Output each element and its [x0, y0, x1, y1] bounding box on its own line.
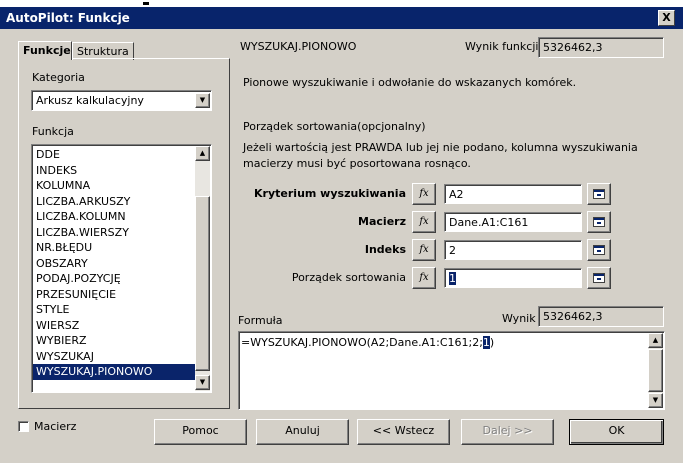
fx-indeks-button[interactable]: fx: [412, 239, 436, 261]
shrink-icon: [593, 217, 605, 227]
function-list-item[interactable]: WIERSZ: [33, 318, 195, 334]
shrink-kryterium-button[interactable]: [587, 183, 611, 205]
fx-kryterium-button[interactable]: fx: [412, 183, 436, 205]
formula-result-field: 5326462,3: [538, 306, 664, 327]
function-list-item[interactable]: WYSZUKAJ: [33, 349, 195, 365]
shrink-icon: [593, 245, 605, 255]
function-result-value: 5326462,3: [543, 41, 603, 54]
close-button[interactable]: X: [658, 10, 675, 26]
formula-result-value: 5326462,3: [543, 310, 603, 323]
shrink-indeks-button[interactable]: [587, 239, 611, 261]
function-list-item[interactable]: LICZBA.ARKUSZY: [33, 194, 195, 210]
tab-struktura-label: Struktura: [77, 45, 129, 58]
category-label: Kategoria: [32, 71, 85, 84]
function-list-item[interactable]: WYBIERZ: [33, 333, 195, 349]
formula-result-label: Wynik: [502, 312, 536, 325]
fx-icon: fx: [419, 216, 429, 227]
arg-input-kryterium[interactable]: A2: [444, 184, 582, 204]
title-bar: AutoPilot: Funkcje X: [0, 7, 683, 29]
arg-input-indeks[interactable]: 2: [444, 240, 582, 260]
fx-macierz-button[interactable]: fx: [412, 211, 436, 233]
scroll-down-icon[interactable]: ▼: [195, 375, 210, 390]
window-title: AutoPilot: Funkcje: [6, 11, 130, 25]
function-label: Funkcja: [32, 125, 74, 138]
fx-porzadek-button[interactable]: fx: [412, 267, 436, 289]
formula-label: Formuła: [238, 314, 283, 327]
matrix-checkbox[interactable]: [18, 421, 29, 432]
fx-icon: fx: [419, 272, 429, 283]
param-title: Porządek sortowania(opcjonalny): [243, 120, 426, 133]
tab-funkcje[interactable]: Funkcje: [18, 41, 72, 60]
tab-funkcje-label: Funkcje: [23, 44, 71, 57]
formula-text: =WYSZUKAJ.PIONOWO(A2;Dane.A1:C161;2;1): [241, 336, 495, 349]
next-button[interactable]: Dalej >>: [461, 419, 554, 445]
scroll-up-icon[interactable]: ▲: [195, 146, 210, 161]
function-list-item[interactable]: LICZBA.KOLUMN: [33, 209, 195, 225]
arg-label-macierz: Macierz: [358, 215, 406, 228]
formula-scroll-thumb[interactable]: [648, 349, 663, 392]
matrix-checkbox-label: Macierz: [34, 420, 77, 433]
function-list-items: DDE INDEKS KOLUMNA LICZBA.ARKUSZY LICZBA.KOL…: [33, 147, 195, 380]
shrink-icon: [593, 273, 605, 283]
fx-icon: fx: [419, 244, 429, 255]
function-name: WYSZUKAJ.PIONOWO: [240, 40, 357, 53]
category-value: Arkusz kalkulacyjny: [36, 94, 144, 107]
cancel-button[interactable]: Anuluj: [256, 419, 349, 445]
function-list-item[interactable]: OBSZARY: [33, 256, 195, 272]
function-list-item[interactable]: NR.BŁĘDU: [33, 240, 195, 256]
arg-input-porzadek[interactable]: 1: [444, 268, 582, 288]
param-description-line2: macierzy musi być posortowana rosnąco.: [243, 157, 471, 170]
function-list-item[interactable]: DDE: [33, 147, 195, 163]
category-select[interactable]: Arkusz kalkulacyjny: [31, 90, 212, 111]
function-list-item[interactable]: STYLE: [33, 302, 195, 318]
shrink-macierz-button[interactable]: [587, 211, 611, 233]
back-button[interactable]: << Wstecz: [357, 419, 450, 445]
function-description: Pionowe wyszukiwanie i odwołanie do wska…: [243, 76, 577, 89]
ok-button[interactable]: OK: [569, 419, 664, 445]
fx-icon: fx: [419, 188, 429, 199]
chevron-down-icon[interactable]: ▼: [195, 93, 210, 108]
function-result-field: 5326462,3: [538, 37, 664, 58]
arg-label-indeks: Indeks: [364, 243, 406, 256]
top-strip: [0, 0, 683, 7]
shrink-icon: [593, 189, 605, 199]
function-result-label: Wynik funkcji: [465, 40, 539, 53]
arg-input-macierz[interactable]: Dane.A1:C161: [444, 212, 582, 232]
top-mark: [143, 2, 149, 5]
arg-label-kryterium: Kryterium wyszukiwania: [254, 187, 406, 200]
formula-editor[interactable]: =WYSZUKAJ.PIONOWO(A2;Dane.A1:C161;2;1) ▲…: [238, 331, 665, 410]
function-list-item[interactable]: KOLUMNA: [33, 178, 195, 194]
function-list-item[interactable]: PODAJ.POZYCJĘ: [33, 271, 195, 287]
param-description-line1: Jeżeli wartością jest PRAWDA lub jej nie…: [243, 141, 638, 154]
function-list[interactable]: DDE INDEKS KOLUMNA LICZBA.ARKUSZY LICZBA.KOL…: [31, 144, 212, 393]
function-list-scroll-thumb[interactable]: [195, 196, 210, 371]
scroll-down-icon[interactable]: ▼: [648, 393, 663, 408]
shrink-porzadek-button[interactable]: [587, 267, 611, 289]
function-list-item[interactable]: WYSZUKAJ.PIONOWO: [33, 364, 195, 380]
function-list-item[interactable]: PRZESUNIĘCIE: [33, 287, 195, 303]
arg-label-porzadek: Porządek sortowania: [291, 271, 406, 284]
function-list-item[interactable]: LICZBA.WIERSZY: [33, 225, 195, 241]
function-list-item[interactable]: INDEKS: [33, 163, 195, 179]
help-button[interactable]: Pomoc: [154, 419, 247, 445]
scroll-up-icon[interactable]: ▲: [648, 333, 663, 348]
